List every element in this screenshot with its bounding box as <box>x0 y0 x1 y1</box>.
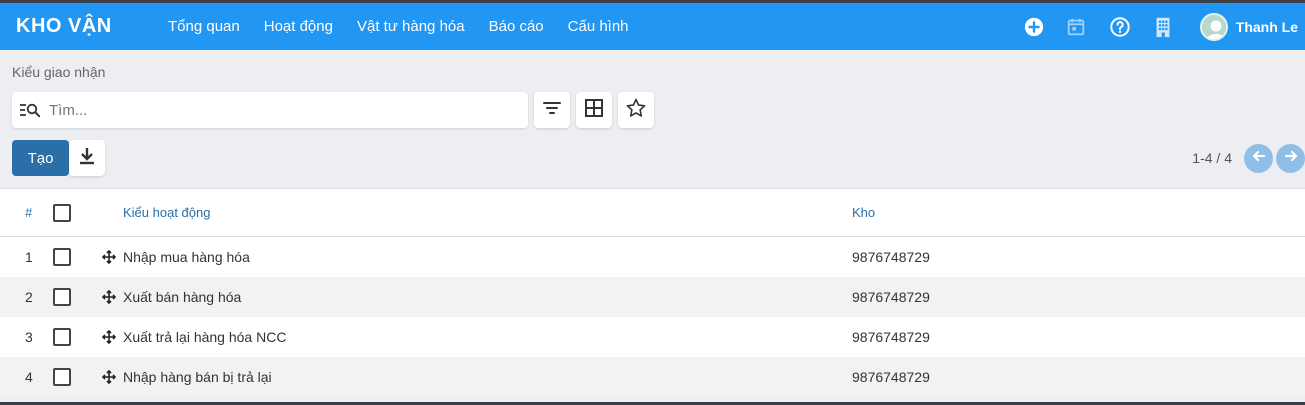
download-icon <box>76 145 98 172</box>
app-title[interactable]: KHO VẬN <box>16 15 112 38</box>
group-by-button[interactable] <box>576 92 612 128</box>
search-icon <box>19 99 41 121</box>
plus-circle-icon[interactable] <box>1022 15 1046 39</box>
building-icon[interactable] <box>1151 15 1175 39</box>
row-select-cell <box>53 357 71 397</box>
table-row[interactable]: 2 Xuất bán hàng hóa 9876748729 <box>0 277 1305 317</box>
header-operation-type[interactable]: Kiểu hoạt động <box>123 189 210 236</box>
row-operation-type: Nhập mua hàng hóa <box>123 249 250 265</box>
breadcrumb: Kiểu giao nhận <box>12 64 106 80</box>
menu-item-operations[interactable]: Hoạt động <box>264 18 333 35</box>
user-name[interactable]: Thanh Le <box>1236 19 1298 35</box>
row-operation-type: Xuất trả lại hàng hóa NCC <box>123 329 287 345</box>
menu-item-configuration[interactable]: Cấu hình <box>568 18 629 35</box>
row-checkbox[interactable] <box>53 248 71 266</box>
header-index: # <box>25 205 33 220</box>
pager-next-button[interactable] <box>1276 144 1305 173</box>
row-warehouse: 9876748729 <box>852 289 930 305</box>
drag-handle-icon[interactable] <box>102 250 116 264</box>
row-checkbox[interactable] <box>53 328 71 346</box>
row-drag-cell <box>102 277 116 317</box>
favorites-button[interactable] <box>618 92 654 128</box>
search-bar <box>12 92 528 128</box>
row-warehouse: 9876748729 <box>852 329 930 345</box>
table-header: # Kiểu hoạt động Kho <box>0 189 1305 237</box>
calendar-icon[interactable] <box>1064 15 1088 39</box>
arrow-right-icon <box>1283 148 1299 169</box>
row-index: 3 <box>25 329 33 345</box>
search-input[interactable] <box>49 101 509 119</box>
grid-icon <box>583 97 605 124</box>
row-operation-type: Nhập hàng bán bị trả lại <box>123 369 272 385</box>
menu-item-products[interactable]: Vật tư hàng hóa <box>357 18 465 35</box>
row-select-cell <box>53 237 71 277</box>
row-index: 1 <box>25 249 33 265</box>
row-checkbox[interactable] <box>53 288 71 306</box>
arrow-left-icon <box>1251 148 1267 169</box>
list-table: # Kiểu hoạt động Kho 1 Nhập mua hàng hóa… <box>0 188 1305 397</box>
row-select-cell <box>53 317 71 357</box>
table-row[interactable]: 4 Nhập hàng bán bị trả lại 9876748729 <box>0 357 1305 397</box>
avatar[interactable] <box>1199 12 1228 41</box>
filter-button[interactable] <box>534 92 570 128</box>
menu-item-overview[interactable]: Tổng quan <box>168 18 240 35</box>
row-drag-cell <box>102 357 116 397</box>
select-all-checkbox[interactable] <box>53 203 71 222</box>
filter-icon <box>541 97 563 124</box>
table-row[interactable]: 1 Nhập mua hàng hóa 9876748729 <box>0 237 1305 277</box>
top-navbar: KHO VẬN Tổng quan Hoạt động Vật tư hàng … <box>0 3 1305 50</box>
row-warehouse: 9876748729 <box>852 249 930 265</box>
row-checkbox[interactable] <box>53 368 71 386</box>
row-warehouse: 9876748729 <box>852 369 930 385</box>
navbar-right: Thanh Le <box>1022 3 1305 50</box>
drag-handle-icon[interactable] <box>102 370 116 384</box>
drag-handle-icon[interactable] <box>102 330 116 344</box>
row-select-cell <box>53 277 71 317</box>
menu-item-reports[interactable]: Báo cáo <box>489 18 544 35</box>
main-menu: Tổng quan Hoạt động Vật tư hàng hóa Báo … <box>168 3 653 50</box>
help-circle-icon[interactable] <box>1108 15 1132 39</box>
export-button[interactable] <box>69 140 105 176</box>
row-index: 2 <box>25 289 33 305</box>
header-select-all-cell <box>53 189 71 236</box>
drag-handle-icon[interactable] <box>102 290 116 304</box>
table-row[interactable]: 3 Xuất trả lại hàng hóa NCC 9876748729 <box>0 317 1305 357</box>
create-button[interactable]: Tạo <box>12 140 69 176</box>
pager-value[interactable]: 1-4 / 4 <box>1192 150 1232 166</box>
row-index: 4 <box>25 369 33 385</box>
header-warehouse[interactable]: Kho <box>852 189 875 236</box>
row-operation-type: Xuất bán hàng hóa <box>123 289 242 305</box>
row-drag-cell <box>102 237 116 277</box>
star-icon <box>625 97 647 124</box>
row-drag-cell <box>102 317 116 357</box>
pager-previous-button[interactable] <box>1244 144 1273 173</box>
